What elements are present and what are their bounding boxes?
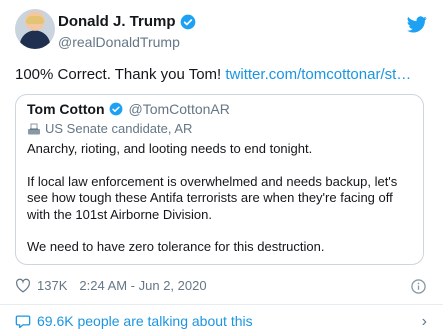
heart-icon[interactable]: [15, 278, 31, 293]
ballot-box-icon: [28, 123, 40, 134]
author-handle[interactable]: @realDonaldTrump: [58, 34, 180, 50]
candidate-label: US Senate candidate, AR: [27, 121, 192, 136]
tweet-link[interactable]: twitter.com/tomcottonar/st…: [225, 66, 411, 83]
verified-badge-icon: [109, 102, 122, 116]
verified-badge-icon: [180, 14, 195, 29]
divider: [0, 304, 443, 305]
tweet-text: 100% Correct. Thank you Tom! twitter.com…: [15, 66, 411, 83]
like-count[interactable]: 137K: [37, 278, 67, 293]
avatar[interactable]: [15, 9, 55, 49]
conversation-link[interactable]: 69.6K people are talking about this: [15, 313, 253, 329]
quoted-paragraph: Anarchy, rioting, and looting needs to e…: [27, 141, 313, 156]
quoted-author-name: Tom Cotton: [27, 101, 105, 117]
quoted-tweet-body: Anarchy, rioting, and looting needs to e…: [27, 141, 417, 256]
twitter-bird-icon[interactable]: [407, 16, 427, 33]
quoted-paragraph: We need to have zero tolerance for this …: [27, 239, 325, 254]
author-name[interactable]: Donald J. Trump: [58, 13, 176, 30]
tweet-body: 100% Correct. Thank you Tom!: [15, 66, 226, 83]
conversation-text: 69.6K people are talking about this: [37, 313, 253, 329]
quoted-author-handle: @TomCottonAR: [128, 101, 230, 117]
candidate-label-text: US Senate candidate, AR: [45, 121, 193, 136]
quoted-tweet[interactable]: Tom Cotton @TomCottonAR US Senate candid…: [15, 94, 424, 265]
comment-icon: [15, 315, 31, 328]
embedded-tweet: Donald J. Trump @realDonaldTrump 100% Co…: [0, 0, 443, 333]
tweet-meta: 137K 2:24 AM - Jun 2, 2020: [15, 278, 207, 293]
quoted-paragraph: If local law enforcement is overwhelmed …: [27, 173, 398, 222]
chevron-right-icon[interactable]: ›: [422, 313, 427, 331]
timestamp[interactable]: 2:24 AM - Jun 2, 2020: [79, 278, 206, 293]
quoted-author-row: Tom Cotton @TomCottonAR: [27, 101, 230, 117]
author-name-row: Donald J. Trump: [58, 13, 196, 30]
info-icon[interactable]: [411, 279, 426, 294]
